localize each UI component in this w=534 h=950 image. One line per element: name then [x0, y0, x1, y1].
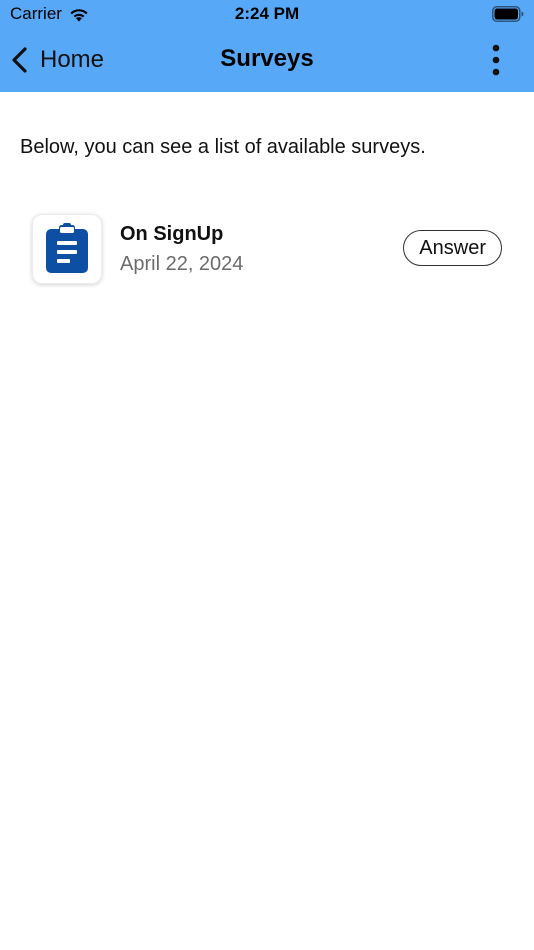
clock: 2:24 PM	[234, 4, 300, 23]
intro-text: Below, you can see a list of available s…	[20, 136, 426, 158]
clipboard-icon	[46, 223, 88, 273]
status-bar: Carrier 2:24 PM	[0, 0, 534, 30]
top-bar: Carrier 2:24 PM Home Surveys	[0, 0, 534, 92]
answer-button[interactable]: Answer	[403, 230, 502, 266]
more-options-icon[interactable]	[488, 44, 504, 76]
survey-list-item: On SignUp April 22, 2024 Answer	[32, 214, 502, 286]
page-title: Surveys	[220, 45, 314, 72]
survey-date: April 22, 2024	[120, 253, 244, 275]
navigation-bar: Home Surveys	[0, 30, 534, 92]
survey-icon-tile	[32, 214, 102, 284]
survey-title: On SignUp	[120, 223, 224, 245]
battery-icon	[492, 6, 524, 22]
